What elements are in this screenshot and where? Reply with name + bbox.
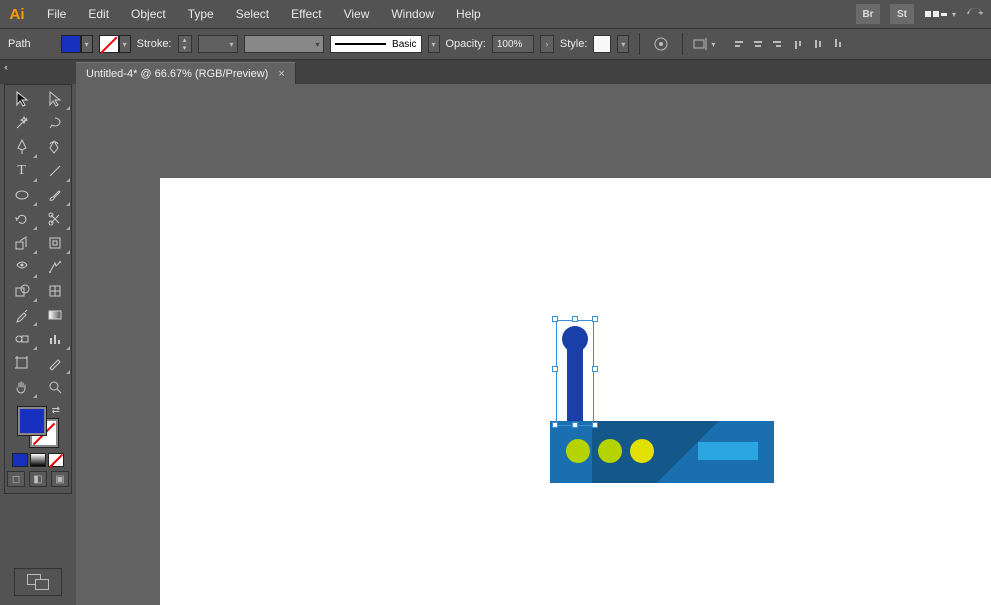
- recolor-artwork-icon[interactable]: [650, 35, 672, 53]
- selection-handle-bl[interactable]: [552, 422, 558, 428]
- paintbrush-tool[interactable]: [38, 183, 71, 207]
- shape-builder-tool[interactable]: [5, 279, 38, 303]
- color-mode-none[interactable]: [48, 453, 64, 467]
- artwork-led-3[interactable]: [630, 439, 654, 463]
- direct-selection-tool[interactable]: [38, 87, 71, 111]
- line-segment-tool[interactable]: [38, 159, 71, 183]
- stroke-color-swatch[interactable]: [99, 35, 119, 53]
- align-bottom-icon[interactable]: [829, 35, 847, 53]
- menu-object[interactable]: Object: [122, 4, 175, 24]
- mesh-tool[interactable]: [38, 279, 71, 303]
- draw-behind-icon[interactable]: ◧: [29, 471, 47, 487]
- fill-stroke-indicator[interactable]: ⇄: [16, 405, 60, 449]
- align-left-icon[interactable]: [729, 35, 747, 53]
- slice-tool[interactable]: [38, 351, 71, 375]
- align-to-selection-icon[interactable]: ▾: [693, 35, 715, 53]
- document-tab[interactable]: Untitled-4* @ 66.67% (RGB/Preview) ×: [76, 62, 296, 84]
- ellipse-tool[interactable]: [5, 183, 38, 207]
- opacity-label: Opacity:: [446, 38, 486, 50]
- color-mode-solid[interactable]: [12, 453, 28, 467]
- selection-handle-b[interactable]: [572, 422, 578, 428]
- panel-collapse-handle[interactable]: ‹‹: [4, 62, 16, 72]
- variable-width-profile[interactable]: ▾: [244, 35, 324, 53]
- artwork-antenna-knob[interactable]: [562, 326, 588, 352]
- eyedropper-tool[interactable]: [5, 303, 38, 327]
- stroke-weight-stepper[interactable]: ▴▾: [178, 35, 192, 53]
- canvas-area[interactable]: [76, 84, 991, 605]
- document-tab-close-icon[interactable]: ×: [278, 68, 284, 80]
- artboard-tool[interactable]: [5, 351, 38, 375]
- selection-type-label: Path: [8, 38, 31, 50]
- app-logo: Ai: [6, 4, 28, 24]
- opacity-field[interactable]: 100%: [492, 35, 534, 53]
- pen-tool[interactable]: [5, 135, 38, 159]
- menu-window[interactable]: Window: [382, 4, 443, 24]
- document-tab-title: Untitled-4* @ 66.67% (RGB/Preview): [86, 68, 268, 80]
- magic-wand-tool[interactable]: [5, 111, 38, 135]
- menu-edit[interactable]: Edit: [79, 4, 118, 24]
- stroke-weight-label: Stroke:: [137, 38, 172, 50]
- sync-settings-icon[interactable]: [965, 4, 985, 24]
- blend-tool[interactable]: [5, 327, 38, 351]
- curvature-tool[interactable]: [38, 135, 71, 159]
- fill-color-swatch[interactable]: [61, 35, 81, 53]
- style-label: Style:: [560, 38, 588, 50]
- free-transform-tool[interactable]: [5, 255, 38, 279]
- hand-tool[interactable]: [5, 375, 38, 399]
- scale-tool[interactable]: [5, 231, 38, 255]
- gradient-tool[interactable]: [38, 303, 71, 327]
- selection-handle-l[interactable]: [552, 366, 558, 372]
- color-mode-gradient[interactable]: [30, 453, 46, 467]
- draw-inside-icon[interactable]: ▣: [51, 471, 69, 487]
- draw-normal-icon[interactable]: ◻: [7, 471, 25, 487]
- stroke-color-dropdown[interactable]: ▾: [119, 35, 131, 53]
- fill-color-dropdown[interactable]: ▾: [81, 35, 93, 53]
- lasso-tool[interactable]: [38, 111, 71, 135]
- application-menubar: Ai File Edit Object Type Select Effect V…: [0, 0, 991, 28]
- menu-select[interactable]: Select: [227, 4, 278, 24]
- fill-indicator[interactable]: [18, 407, 46, 435]
- puppet-warp-tool[interactable]: [38, 255, 71, 279]
- width-tool[interactable]: [38, 231, 71, 255]
- tools-panel: T ⇄ ◻ ◧: [4, 84, 72, 494]
- menu-effect[interactable]: Effect: [282, 4, 330, 24]
- graphic-style-swatch[interactable]: [593, 35, 611, 53]
- menu-type[interactable]: Type: [179, 4, 223, 24]
- brush-definition[interactable]: Basic: [330, 35, 422, 53]
- document-tab-row: Untitled-4* @ 66.67% (RGB/Preview) ×: [0, 60, 991, 84]
- arrange-documents-button[interactable]: ▾: [924, 4, 958, 24]
- type-tool[interactable]: T: [5, 159, 38, 183]
- screen-mode-button[interactable]: [14, 568, 62, 596]
- stock-button[interactable]: St: [890, 4, 914, 24]
- align-hcenter-icon[interactable]: [749, 35, 767, 53]
- zoom-tool[interactable]: [38, 375, 71, 399]
- brush-definition-dropdown[interactable]: ▾: [428, 35, 440, 53]
- column-graph-tool[interactable]: [38, 327, 71, 351]
- align-vcenter-icon[interactable]: [809, 35, 827, 53]
- selection-handle-tr[interactable]: [592, 316, 598, 322]
- selection-handle-t[interactable]: [572, 316, 578, 322]
- opacity-dropdown[interactable]: ›: [540, 35, 554, 53]
- selection-tool[interactable]: [5, 87, 38, 111]
- menu-file[interactable]: File: [38, 4, 75, 24]
- rotate-tool[interactable]: [5, 207, 38, 231]
- control-bar: Path ▾ ▾ Stroke: ▴▾ ▾ ▾ Basic ▾ Opacity:…: [0, 28, 991, 60]
- stroke-weight-field[interactable]: ▾: [198, 35, 238, 53]
- graphic-style-dropdown[interactable]: ▾: [617, 35, 629, 53]
- selection-handle-br[interactable]: [592, 422, 598, 428]
- swap-fill-stroke-icon[interactable]: ⇄: [52, 405, 60, 416]
- scissors-tool[interactable]: [38, 207, 71, 231]
- artwork-led-1[interactable]: [566, 439, 590, 463]
- screen-mode-icon: [27, 574, 49, 590]
- artwork-port[interactable]: [698, 442, 758, 460]
- selection-handle-r[interactable]: [592, 366, 598, 372]
- artwork-led-2[interactable]: [598, 439, 622, 463]
- menu-view[interactable]: View: [335, 4, 379, 24]
- align-right-icon[interactable]: [769, 35, 787, 53]
- menu-help[interactable]: Help: [447, 4, 490, 24]
- bridge-button[interactable]: Br: [856, 4, 880, 24]
- align-top-icon[interactable]: [789, 35, 807, 53]
- selection-handle-tl[interactable]: [552, 316, 558, 322]
